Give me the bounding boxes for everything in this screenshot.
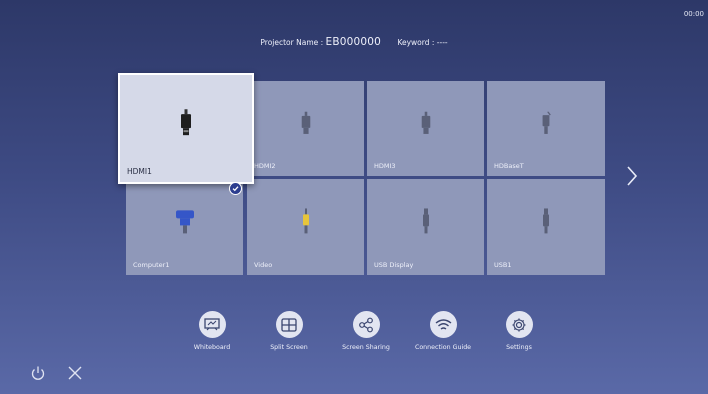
menu-label: Whiteboard [193,344,231,351]
source-label: HDMI3 [374,162,396,170]
split-screen-button[interactable]: Split Screen [249,311,329,351]
source-label: HDBaseT [494,162,524,170]
wifi-icon [429,311,457,338]
whiteboard-button[interactable]: Whiteboard [172,311,252,351]
source-tile-usb-display[interactable]: USB Display [367,179,484,275]
settings-button[interactable]: Settings [479,311,559,351]
keyword: Keyword : ---- [397,38,448,47]
projector-name: EB000000 [325,36,382,48]
source-tile-usb1[interactable]: USB1 [487,179,605,275]
share-icon [352,311,380,338]
close-icon[interactable] [67,365,83,381]
next-page-chevron-icon[interactable] [625,165,639,187]
home-screen: 00:00 Projector Name : EB000000 Keyword … [0,0,708,394]
menu-label: Settings [506,344,532,351]
ethernet-plug-icon [540,110,552,139]
hdmi-plug-icon [179,108,193,141]
menu-label: Connection Guide [414,344,472,351]
selected-check-icon [229,182,242,195]
source-label: Computer1 [133,261,170,269]
source-tile-hdmi2[interactable]: HDMI2 [247,81,364,176]
connection-guide-button[interactable]: Connection Guide [403,311,483,351]
menu-label: Split Screen [270,344,308,351]
source-label: HDMI2 [254,162,276,170]
source-tile-hdmi3[interactable]: HDMI3 [367,81,484,176]
gear-icon [505,311,533,338]
vga-plug-icon [175,208,195,238]
source-tile-computer1[interactable]: Computer1 [126,179,243,275]
source-tile-hdbaset[interactable]: HDBaseT [487,81,605,176]
hdmi-plug-icon [300,111,312,139]
source-label: USB1 [494,261,512,269]
source-tile-video[interactable]: Video [247,179,364,275]
projector-info: Projector Name : EB000000 Keyword : ---- [0,36,708,48]
clock: 00:00 [683,10,704,18]
whiteboard-icon [198,311,226,338]
source-label: USB Display [374,261,414,269]
source-tile-hdmi1[interactable]: HDMI1 [118,73,254,184]
menu-label: Screen Sharing [342,344,390,351]
source-label: Video [254,261,273,269]
power-icon[interactable] [30,365,46,381]
screen-sharing-button[interactable]: Screen Sharing [326,311,406,351]
projector-name-label: Projector Name : [260,38,326,47]
split-screen-icon [275,311,303,338]
rca-plug-icon [300,208,312,238]
hdmi-plug-icon [420,111,432,139]
source-label: HDMI1 [127,167,152,176]
usb-plug-icon [541,208,551,238]
usb-plug-icon [421,208,431,238]
